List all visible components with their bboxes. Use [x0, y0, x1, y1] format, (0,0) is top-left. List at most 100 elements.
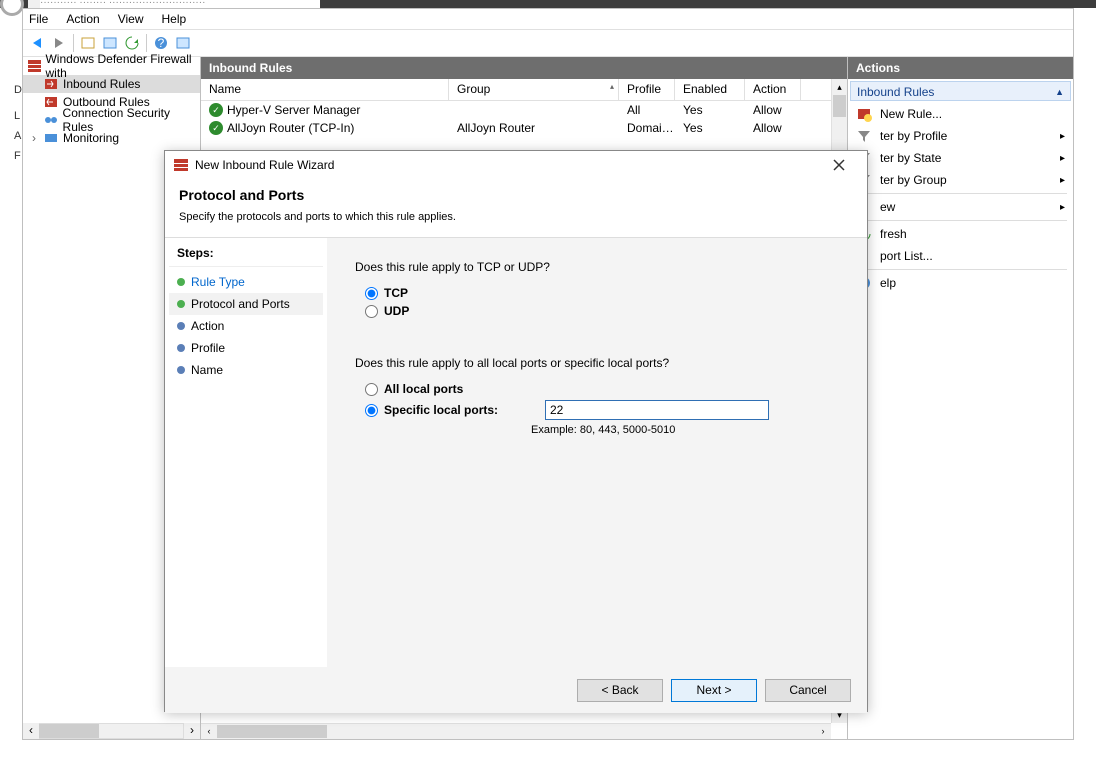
tree-item-conn-sec-rules[interactable]: Connection Security Rules — [23, 111, 200, 129]
action-label: ter by Profile — [880, 129, 947, 143]
allow-icon: ✓ — [209, 103, 223, 117]
action-new-rule[interactable]: New Rule... — [848, 103, 1073, 125]
tree-horizontal-scrollbar[interactable]: ‹› — [23, 723, 200, 739]
actions-title: Actions — [848, 57, 1073, 79]
edge-letter: F — [14, 150, 21, 162]
firewall-icon — [27, 58, 41, 74]
col-header-group[interactable]: Group — [449, 79, 619, 100]
specific-ports-input[interactable] — [545, 400, 769, 420]
wizard-content: Does this rule apply to TCP or UDP? TCP … — [327, 238, 867, 667]
action-label: ter by Group — [880, 173, 947, 187]
refresh-icon[interactable] — [122, 33, 142, 53]
action-label: port List... — [880, 249, 933, 263]
chevron-right-icon: ▸ — [1060, 153, 1065, 164]
action-label: New Rule... — [880, 107, 942, 121]
menu-view[interactable]: View — [118, 12, 144, 26]
wizard-steps: Steps: Rule Type Protocol and Ports Acti… — [165, 238, 327, 667]
cell: Yes — [675, 103, 745, 117]
col-header-profile[interactable]: Profile — [619, 79, 675, 100]
rules-horizontal-scrollbar[interactable]: ‹› — [201, 723, 831, 739]
step-bullet-icon — [177, 300, 185, 308]
chevron-right-icon: ▸ — [1060, 175, 1065, 186]
nav-forward-icon[interactable] — [49, 33, 69, 53]
outbound-rules-icon — [43, 94, 59, 110]
parent-app-icon — [0, 0, 24, 16]
step-label: Name — [191, 363, 223, 377]
radio-udp[interactable]: UDP — [365, 304, 839, 318]
expander-icon[interactable]: › — [29, 131, 39, 145]
cell: Allow — [745, 103, 801, 117]
radio-tcp[interactable]: TCP — [365, 286, 839, 300]
toolbar-icon[interactable] — [100, 33, 120, 53]
actions-pane: Actions Inbound Rules ▲ New Rule... ter … — [848, 57, 1073, 739]
col-header-action[interactable]: Action — [745, 79, 801, 100]
step-label: Profile — [191, 341, 225, 355]
pane-title: Inbound Rules — [201, 57, 847, 79]
radio-specific-ports-input[interactable] — [365, 404, 378, 417]
menu-file[interactable]: File — [29, 12, 48, 26]
radio-tcp-input[interactable] — [365, 287, 378, 300]
step-protocol-ports[interactable]: Protocol and Ports — [169, 293, 323, 315]
edge-letter: L — [14, 110, 20, 122]
action-label: fresh — [880, 227, 907, 241]
allow-icon: ✓ — [209, 121, 223, 135]
col-header-name[interactable]: Name — [201, 79, 449, 100]
firewall-icon — [173, 157, 189, 173]
close-button[interactable] — [819, 152, 859, 178]
tree-root[interactable]: Windows Defender Firewall with — [23, 57, 200, 75]
svg-text:?: ? — [158, 36, 165, 50]
table-row[interactable]: ✓AllJoyn Router (TCP-In) AllJoyn Router … — [201, 119, 847, 137]
radio-specific-ports[interactable]: Specific local ports: — [365, 400, 839, 420]
actions-section-label: Inbound Rules — [857, 85, 934, 99]
step-action[interactable]: Action — [169, 315, 323, 337]
col-header-enabled[interactable]: Enabled — [675, 79, 745, 100]
radio-udp-label: UDP — [384, 304, 409, 318]
wizard-title-text: New Inbound Rule Wizard — [195, 158, 334, 172]
menu-action[interactable]: Action — [66, 12, 99, 26]
action-export-list[interactable]: port List... — [848, 245, 1073, 267]
tree-root-label: Windows Defender Firewall with — [45, 52, 200, 80]
steps-title: Steps: — [169, 246, 323, 267]
radio-udp-input[interactable] — [365, 305, 378, 318]
table-row[interactable]: ✓Hyper-V Server Manager All Yes Allow — [201, 101, 847, 119]
action-help[interactable]: ? elp — [848, 272, 1073, 294]
wizard-subheading: Specify the protocols and ports to which… — [179, 211, 853, 223]
nav-back-icon[interactable] — [27, 33, 47, 53]
actions-section-header[interactable]: Inbound Rules ▲ — [850, 81, 1071, 101]
action-refresh[interactable]: fresh — [848, 223, 1073, 245]
radio-all-ports-input[interactable] — [365, 383, 378, 396]
radio-tcp-label: TCP — [384, 286, 408, 300]
tree-item-label: Inbound Rules — [63, 77, 140, 91]
question-protocol: Does this rule apply to TCP or UDP? — [355, 260, 839, 274]
question-ports: Does this rule apply to all local ports … — [355, 356, 839, 370]
wizard-titlebar[interactable]: New Inbound Rule Wizard — [165, 151, 867, 179]
action-filter-group[interactable]: ter by Group ▸ — [848, 169, 1073, 191]
action-filter-state[interactable]: ter by State ▸ — [848, 147, 1073, 169]
step-name[interactable]: Name — [169, 359, 323, 381]
cell: AllJoyn Router (TCP-In) — [227, 121, 354, 135]
help-icon[interactable]: ? — [151, 33, 171, 53]
step-label: Protocol and Ports — [191, 297, 290, 311]
radio-all-ports[interactable]: All local ports — [365, 382, 839, 396]
step-profile[interactable]: Profile — [169, 337, 323, 359]
chevron-right-icon: ▸ — [1060, 131, 1065, 142]
cancel-button[interactable]: Cancel — [765, 679, 851, 702]
action-view[interactable]: ew ▸ — [848, 196, 1073, 218]
step-rule-type[interactable]: Rule Type — [169, 271, 323, 293]
ports-example-text: Example: 80, 443, 5000-5010 — [531, 424, 839, 436]
collapse-icon: ▲ — [1055, 82, 1064, 102]
menu-help[interactable]: Help — [162, 12, 187, 26]
monitoring-icon — [43, 130, 59, 146]
back-button[interactable]: < Back — [577, 679, 663, 702]
toolbar-icon[interactable] — [78, 33, 98, 53]
next-button[interactable]: Next > — [671, 679, 757, 702]
menubar: File Action View Help — [23, 9, 1073, 29]
grid-header: Name Group Profile Enabled Action — [201, 79, 847, 101]
step-bullet-icon — [177, 366, 185, 374]
toolbar-icon[interactable] — [173, 33, 193, 53]
cell: All — [619, 103, 675, 117]
step-bullet-icon — [177, 322, 185, 330]
chevron-right-icon: ▸ — [1060, 202, 1065, 213]
new-inbound-rule-wizard: New Inbound Rule Wizard Protocol and Por… — [164, 150, 868, 712]
action-filter-profile[interactable]: ter by Profile ▸ — [848, 125, 1073, 147]
